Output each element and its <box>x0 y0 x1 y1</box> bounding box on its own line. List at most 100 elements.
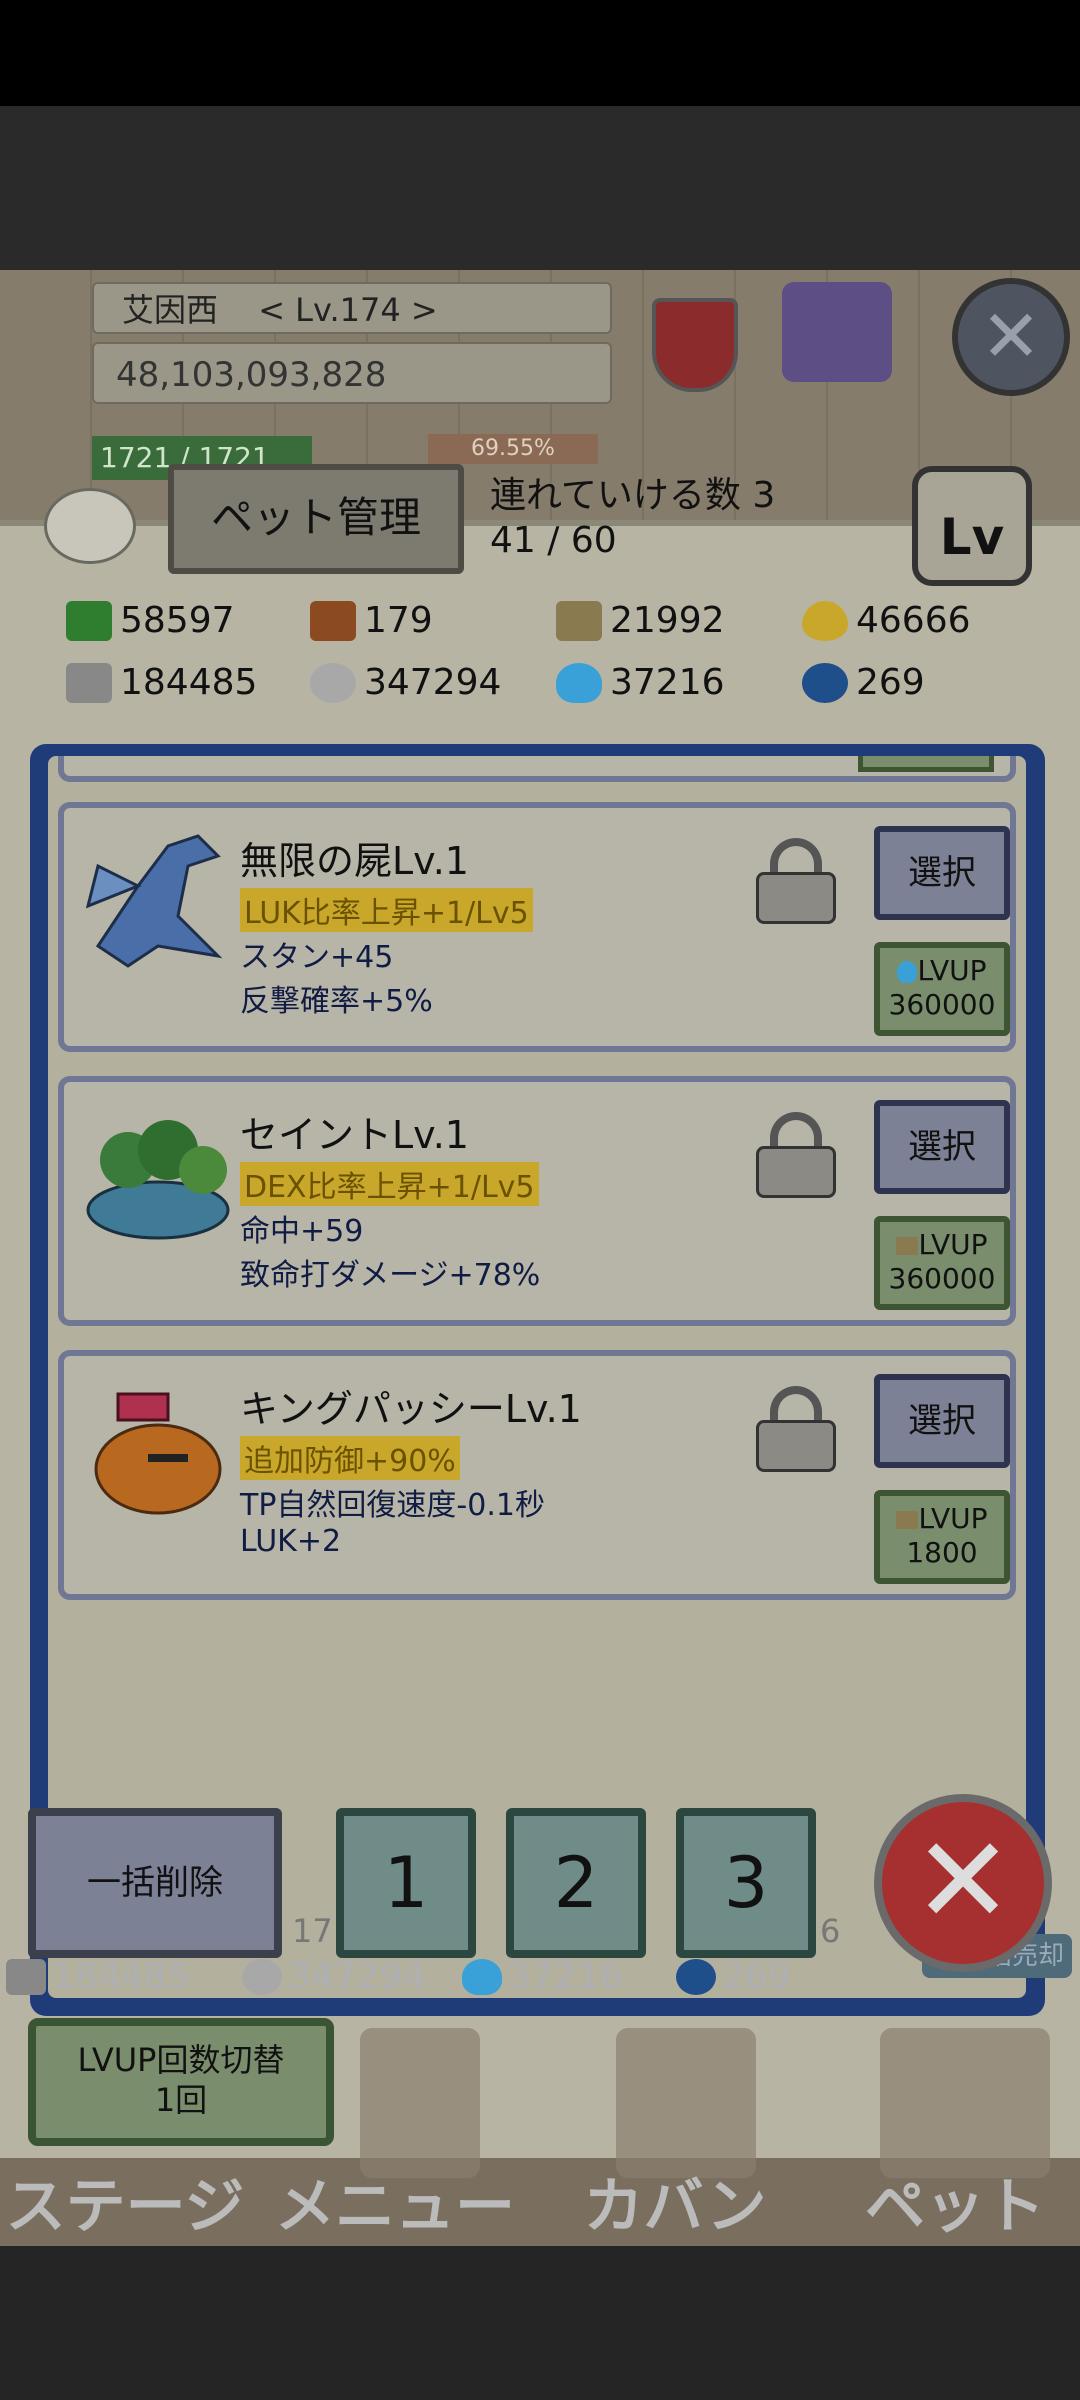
lvup-cost: 1800 <box>906 1536 978 1569</box>
menu-book-icon <box>360 2028 480 2178</box>
lock-level-label: Lv <box>939 508 1005 566</box>
resource-value: 37216 <box>508 1956 623 1997</box>
close-icon[interactable]: ✕ <box>874 1794 1052 1972</box>
list-item: セイントLv.1 DEX比率上昇+1/Lv5 命中+59 致命打ダメージ+78%… <box>58 1076 1016 1326</box>
panel-title: ペット管理 <box>168 464 464 574</box>
pet-egg-icon <box>44 488 136 564</box>
wood-plank-icon <box>896 1237 919 1255</box>
drop-icon <box>802 600 848 641</box>
pet-effect: 反撃確率+5% <box>240 984 433 1019</box>
resource-wood-plank: 21992 <box>556 600 725 641</box>
iron-ingot-icon <box>66 662 112 703</box>
resource-stone: 347294 <box>310 662 501 703</box>
pet-name: セイントLv.1 <box>240 1113 469 1157</box>
leaf-icon <box>66 600 112 641</box>
blue-flame-icon <box>556 662 602 703</box>
lvup-cost: 360000 <box>888 988 996 1021</box>
slot-1-button[interactable]: 1 <box>336 1808 476 1958</box>
resource-value: 58597 <box>120 600 235 641</box>
navigation-bar <box>0 2246 1080 2400</box>
level-lock-toggle-button[interactable]: Lv <box>912 466 1032 586</box>
tab-bag[interactable]: カバン <box>560 2158 790 2246</box>
resource-leaf: 58597 <box>66 600 235 641</box>
iron-ingot-icon <box>6 1958 46 1995</box>
pet-name: キングパッシーLv.1 <box>240 1387 582 1431</box>
wood-plank-icon <box>556 600 602 641</box>
bottom-resource-iron: 184485 <box>6 1956 189 1997</box>
lvup-button[interactable] <box>858 756 994 772</box>
background-text: 17 <box>292 1912 333 1950</box>
skeleton-dragon-icon <box>85 834 223 968</box>
lvup-toggle-label: LVUP回数切替 <box>77 2041 285 2079</box>
pet-effect: 致命打ダメージ+78% <box>240 1258 541 1293</box>
select-button[interactable]: 選択 <box>874 1100 1010 1194</box>
background-text: 6 <box>820 1912 841 1950</box>
wood-plank-icon <box>896 1511 919 1529</box>
tab-menu[interactable]: メニュー <box>270 2158 520 2246</box>
player-name-panel: 艾因西 < Lv.174 > <box>92 282 612 334</box>
list-item: 無限の屍Lv.1 LUK比率上昇+1/Lv5 スタン+45 反撃確率+5% 選択… <box>58 802 1016 1052</box>
resource-drop: 46666 <box>802 600 971 641</box>
lock-icon[interactable] <box>756 838 836 924</box>
wood-log-icon <box>310 600 356 641</box>
pet-effect: LUK+2 <box>240 1524 342 1559</box>
bottom-resource-stone: 347294 <box>242 1956 425 1997</box>
gold-display: 48,103,093,828 <box>92 342 612 404</box>
list-item: キングパッシーLv.1 追加防御+90% TP自然回復速度-0.1秒 LUK+2… <box>58 1350 1016 1600</box>
blue-orb-icon <box>802 662 848 703</box>
slot-2-button[interactable]: 2 <box>506 1808 646 1958</box>
bottom-resource-blue-flame: 37216 <box>462 1956 623 1997</box>
resource-value: 184485 <box>120 662 258 703</box>
tab-stage[interactable]: ステージ <box>0 2158 250 2246</box>
select-button[interactable]: 選択 <box>874 1374 1010 1468</box>
resource-value: 179 <box>364 600 433 641</box>
forest-whale-icon <box>86 1120 230 1240</box>
lock-icon[interactable] <box>756 1112 836 1198</box>
pet-skull-icon <box>880 2028 1050 2178</box>
resource-value: 347294 <box>288 1956 426 1997</box>
resource-iron: 184485 <box>66 662 257 703</box>
bottom-resource-blue-orb: 269 <box>676 1956 791 1997</box>
player-name: 艾因西 <box>122 291 219 329</box>
lvup-count-toggle-button[interactable]: LVUP回数切替 1回 <box>28 2018 334 2146</box>
pet-effect-highlight: LUK比率上昇+1/Lv5 <box>240 888 533 932</box>
lvup-button[interactable]: LVUP 360000 <box>874 942 1010 1036</box>
resource-value: 184485 <box>52 1956 190 1997</box>
hud-close-icon[interactable]: ✕ <box>952 278 1070 396</box>
pet-name: 無限の屍Lv.1 <box>240 839 469 883</box>
resource-value: 37216 <box>610 662 725 703</box>
resource-value: 46666 <box>856 600 971 641</box>
capacity-label: 連れていける数 3 <box>490 475 776 516</box>
lvup-button[interactable]: LVUP 1800 <box>874 1490 1010 1584</box>
capacity-count: 41 / 60 <box>490 520 617 561</box>
status-bar <box>0 0 1080 106</box>
lvup-button[interactable]: LVUP 360000 <box>874 1216 1010 1310</box>
list-item <box>58 756 1016 782</box>
pet-effect: 命中+59 <box>240 1214 364 1249</box>
lvup-label: LVUP <box>918 1502 988 1535</box>
lvup-label: LVUP <box>917 954 987 987</box>
player-level: < Lv.174 > <box>258 291 438 329</box>
lock-icon[interactable] <box>756 1386 836 1472</box>
stone-icon <box>310 662 356 703</box>
shield-icon[interactable] <box>652 298 738 392</box>
gift-box-icon[interactable] <box>782 282 892 382</box>
pet-effect: TP自然回復速度-0.1秒 <box>240 1488 545 1523</box>
exp-bar: 69.55% <box>428 434 598 464</box>
crowned-dog-icon <box>94 1392 222 1515</box>
resource-value: 269 <box>856 662 925 703</box>
resource-value: 21992 <box>610 600 725 641</box>
resource-blue-orb: 269 <box>802 662 925 703</box>
tab-pet[interactable]: ペット <box>840 2158 1070 2246</box>
blue-orb-icon <box>676 1958 716 1995</box>
lvup-label: LVUP <box>918 1228 988 1261</box>
stone-icon <box>242 1958 282 1995</box>
resource-value: 269 <box>722 1956 791 1997</box>
blue-flame-icon <box>897 961 918 983</box>
bulk-delete-button[interactable]: 一括削除 <box>28 1808 282 1958</box>
pet-effect-highlight: DEX比率上昇+1/Lv5 <box>240 1162 539 1206</box>
pet-effect-highlight: 追加防御+90% <box>240 1436 460 1480</box>
backpack-icon <box>616 2028 756 2178</box>
slot-3-button[interactable]: 3 <box>676 1808 816 1958</box>
select-button[interactable]: 選択 <box>874 826 1010 920</box>
